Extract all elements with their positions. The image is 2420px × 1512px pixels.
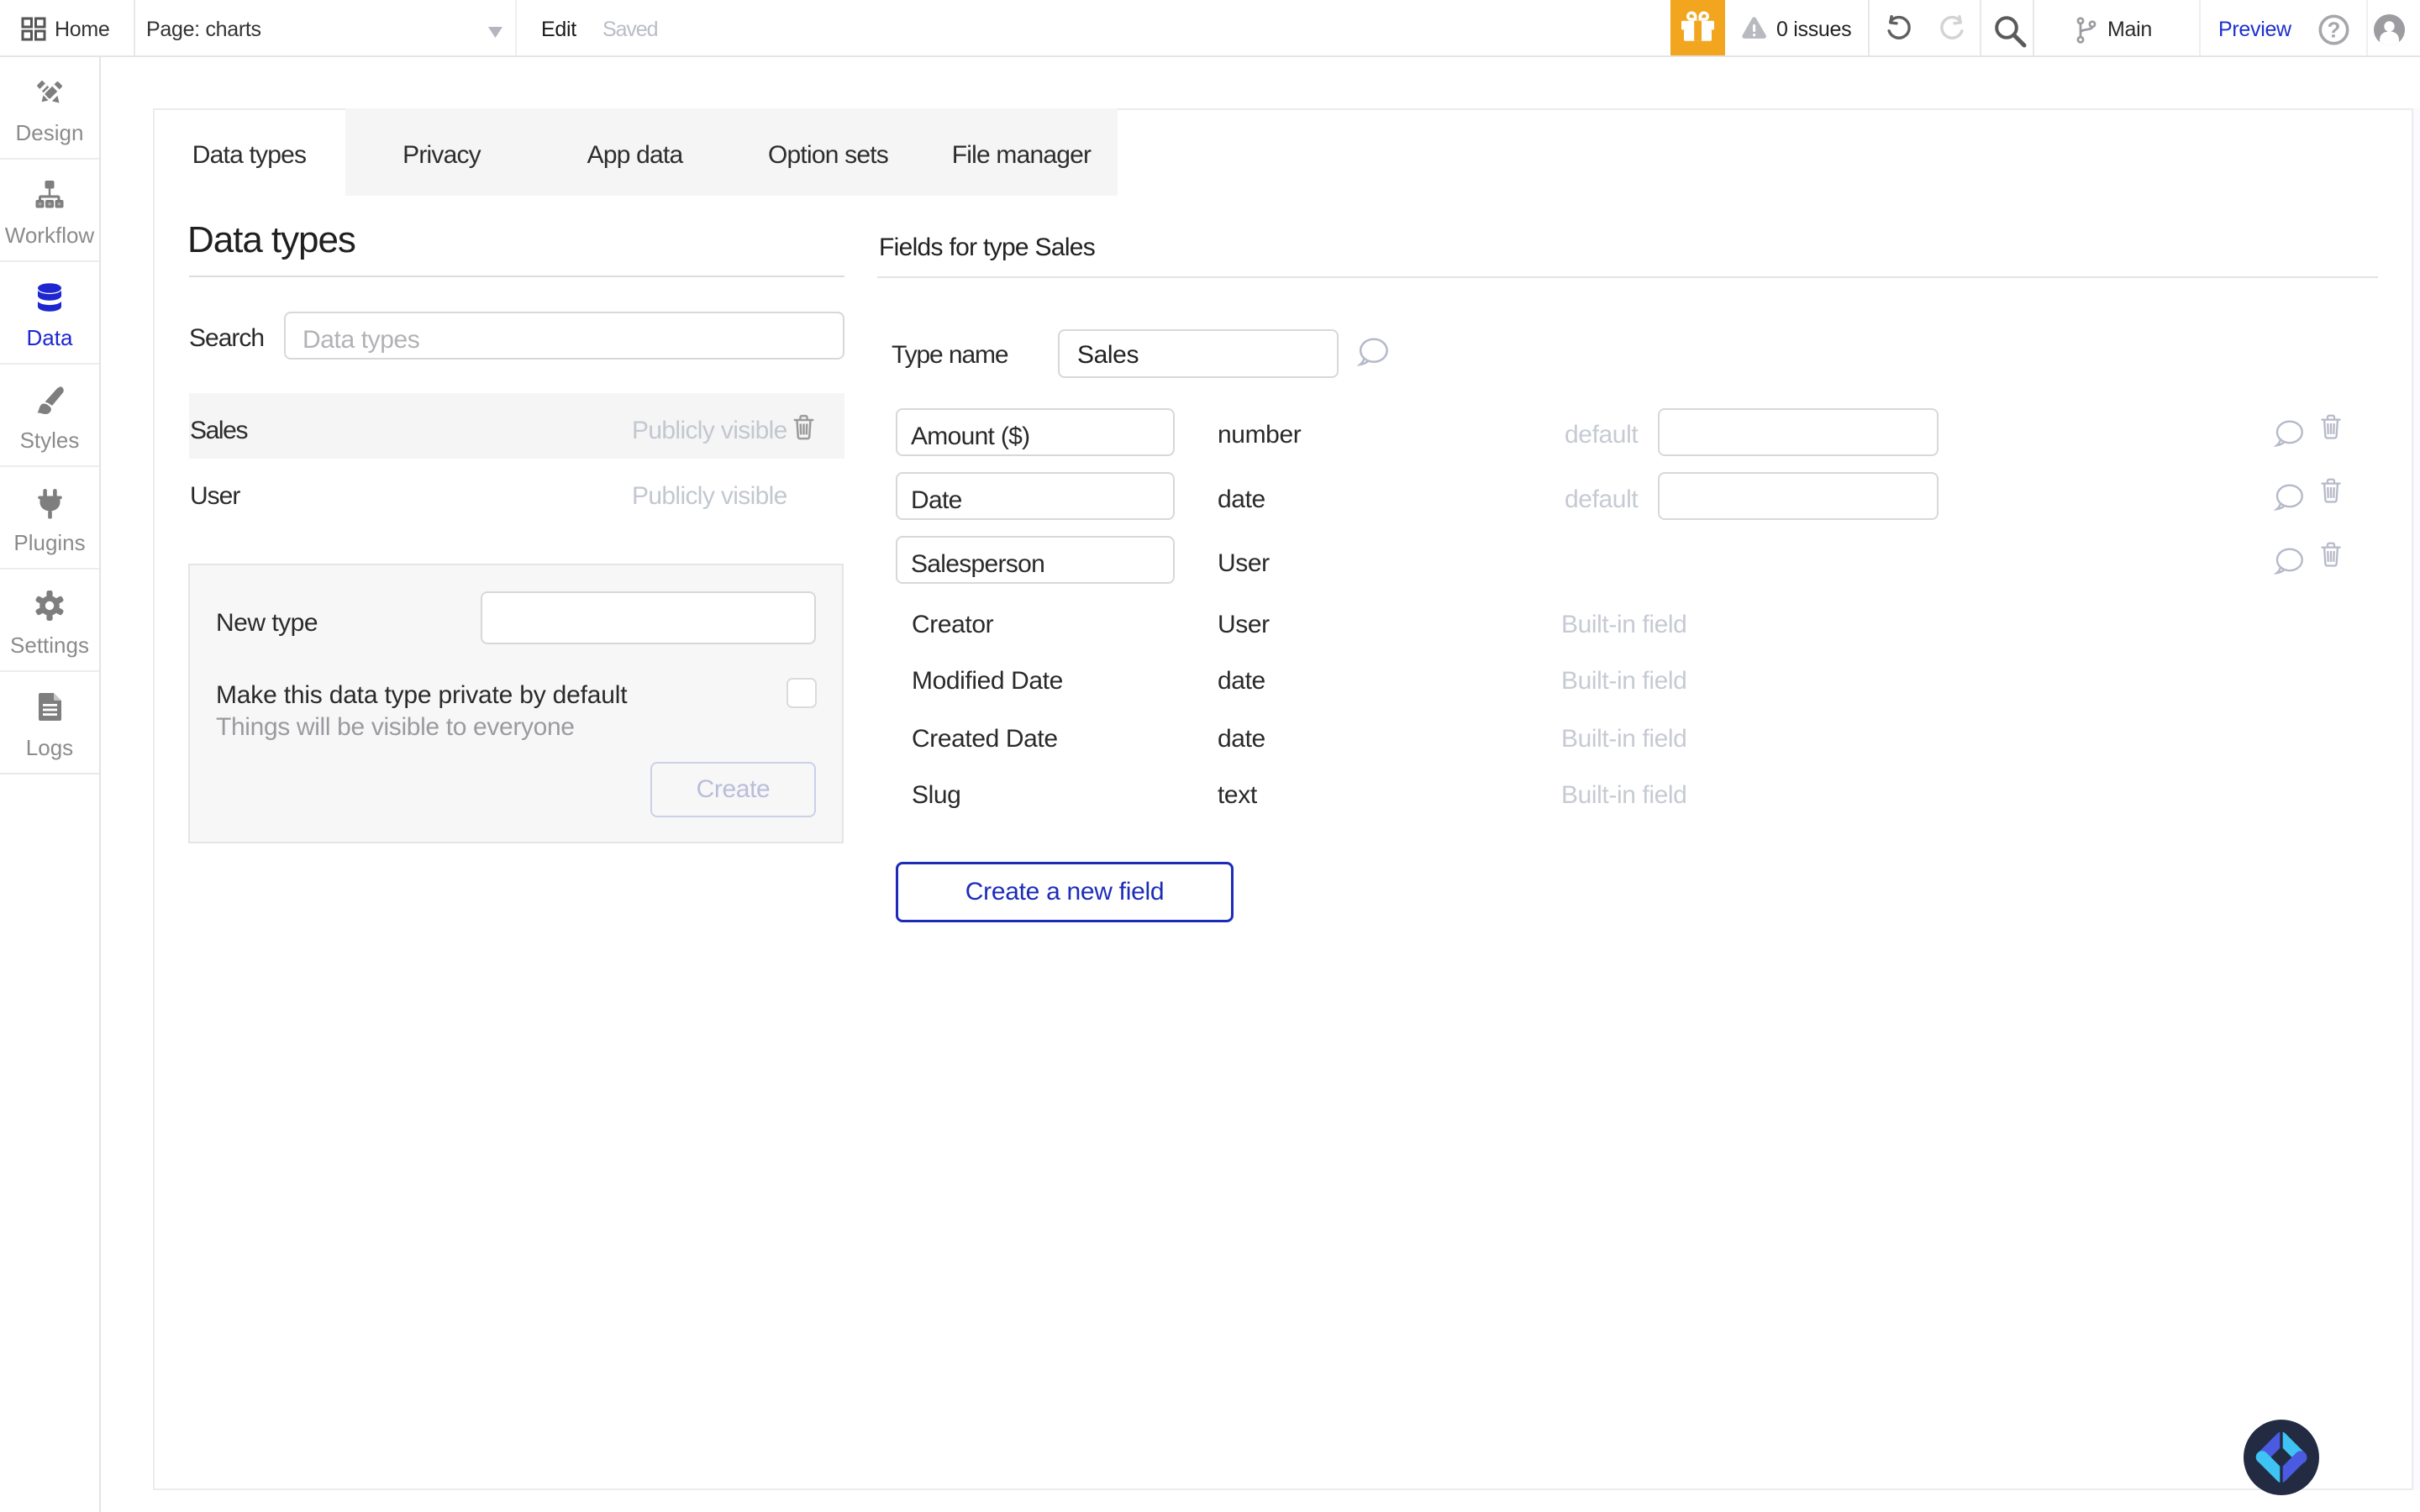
svg-text:?: ? bbox=[2328, 18, 2341, 43]
